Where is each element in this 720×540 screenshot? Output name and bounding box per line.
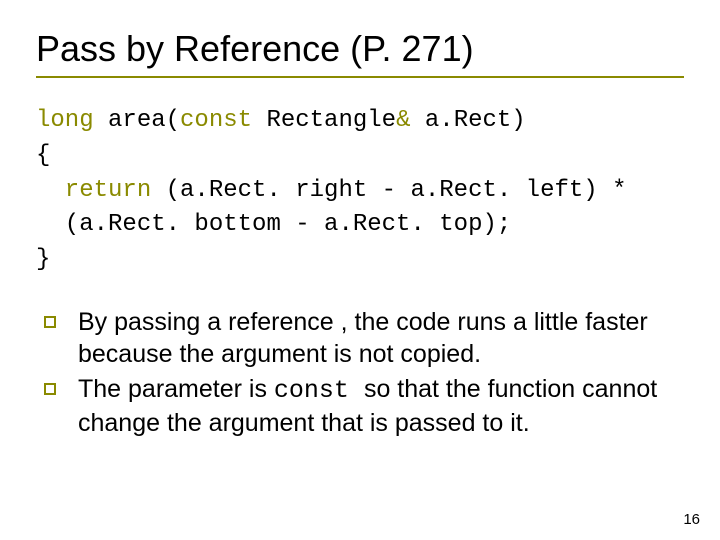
code-block: long area(const Rectangle& a.Rect) { ret…	[36, 104, 684, 278]
title-underline	[36, 76, 684, 78]
code-brace-close: }	[36, 246, 50, 273]
bullet-text: By passing a reference , the code runs a…	[78, 306, 684, 371]
bullet-text: The parameter is const so that the funct…	[78, 373, 684, 440]
kw-return: return	[36, 177, 151, 204]
slide: Pass by Reference (P. 271) long area(con…	[0, 0, 720, 540]
square-bullet-icon	[44, 383, 56, 395]
bullet-item: By passing a reference , the code runs a…	[44, 306, 684, 371]
code-text: (a.Rect. right - a.Rect. left) *	[151, 177, 626, 204]
bullet-list: By passing a reference , the code runs a…	[36, 306, 684, 440]
slide-title: Pass by Reference (P. 271)	[36, 28, 684, 70]
bullet-text-part: The parameter is	[78, 375, 274, 403]
inline-code: const	[274, 376, 364, 405]
kw-long: long	[36, 107, 94, 134]
square-bullet-icon	[44, 316, 56, 328]
code-brace-open: {	[36, 142, 50, 169]
code-text: area(	[94, 107, 180, 134]
kw-const: const	[180, 107, 252, 134]
code-text: Rectangle	[252, 107, 396, 134]
page-number: 16	[683, 511, 700, 528]
code-text: (a.Rect. bottom - a.Rect. top);	[36, 211, 511, 238]
bullet-item: The parameter is const so that the funct…	[44, 373, 684, 440]
code-text: a.Rect)	[410, 107, 525, 134]
kw-amp: &	[396, 107, 410, 134]
